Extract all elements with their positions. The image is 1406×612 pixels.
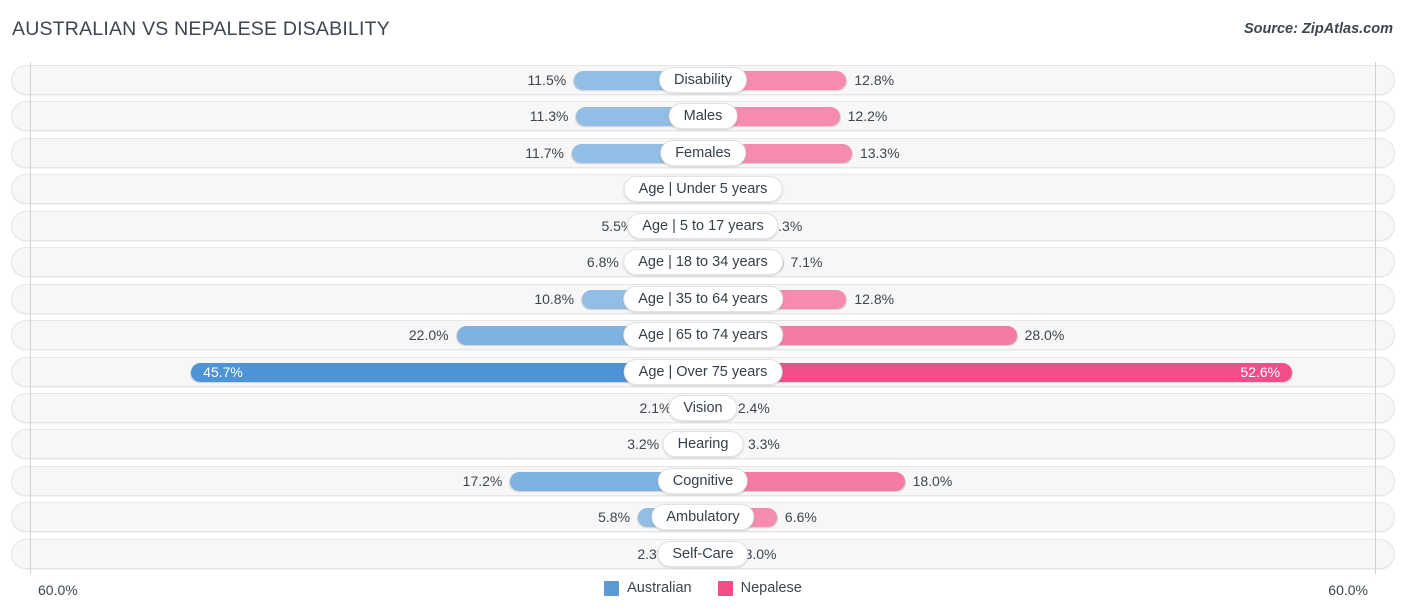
value-label-nepalese: 18.0% [912, 472, 953, 489]
category-label: Ambulatory [651, 504, 755, 531]
legend-label: Australian [627, 580, 692, 596]
value-label-australian: 22.0% [408, 327, 449, 344]
bar-row: 45.7% 52.6% Age | Over 75 years [0, 354, 1406, 390]
category-label: Age | 35 to 64 years [623, 285, 783, 312]
value-label-nepalese: 6.6% [784, 509, 817, 526]
value-label-australian: 6.8% [586, 254, 619, 271]
category-label: Males [668, 103, 738, 130]
bar-row: 17.2% 18.0% Cognitive [0, 463, 1406, 499]
value-label-nepalese: 28.0% [1024, 327, 1065, 344]
value-label-australian: 11.5% [527, 72, 567, 88]
category-label: Hearing [662, 431, 744, 458]
bar-rows-container: 11.5% 12.8% Disability 11.3% 12.2% Males 11.7%… [0, 62, 1406, 572]
chart-footer: 60.0% 60.0% Australian Nepalese [0, 576, 1406, 612]
legend-swatch-icon [604, 580, 620, 596]
bar-nepalese [703, 362, 1293, 382]
category-label: Age | Under 5 years [623, 176, 783, 203]
bar-row: 22.0% 28.0% Age | 65 to 74 years [0, 317, 1406, 353]
category-label: Age | 18 to 34 years [623, 249, 783, 276]
value-label-nepalese: 12.8% [854, 72, 895, 88]
bar-row: 5.5% 5.3% Age | 5 to 17 years [0, 208, 1406, 244]
page-title: AUSTRALIAN VS NEPALESE DISABILITY [12, 18, 390, 40]
legend-item[interactable]: Australian [604, 580, 692, 596]
legend-swatch-icon [717, 580, 733, 596]
value-label-australian: 5.5% [601, 217, 634, 234]
value-label-australian: 11.3% [529, 108, 569, 125]
bar-row: 11.3% 12.2% Males [0, 98, 1406, 134]
bar-row: 2.3% 3.0% Self-Care [0, 536, 1406, 572]
bar-row: 2.1% 2.4% Vision [0, 390, 1406, 426]
category-label: Cognitive [657, 467, 749, 494]
axis-line-left [30, 62, 31, 574]
chart-plot-area: 11.5% 12.8% Disability 11.3% 12.2% Males 11.7%… [0, 62, 1406, 576]
category-label: Disability [658, 67, 748, 93]
value-label-nepalese: 3.0% [744, 545, 777, 562]
source-attribution: Source: ZipAtlas.com [1243, 21, 1393, 37]
value-label-nepalese: 13.3% [859, 144, 900, 161]
category-label: Age | 5 to 17 years [627, 212, 779, 239]
category-label: Vision [668, 394, 738, 421]
value-label-nepalese: 2.4% [737, 399, 770, 416]
value-label-australian: 45.7% [203, 363, 243, 380]
category-label: Females [660, 139, 746, 166]
chart-legend: Australian Nepalese [0, 580, 1406, 596]
bar-row: 11.7% 13.3% Females [0, 135, 1406, 171]
value-label-australian: 3.2% [627, 436, 660, 453]
value-label-australian: 11.7% [525, 144, 564, 161]
bar-row: 10.8% 12.8% Age | 35 to 64 years [0, 281, 1406, 317]
legend-label: Nepalese [740, 580, 802, 596]
bar-row: 6.8% 7.1% Age | 18 to 34 years [0, 244, 1406, 280]
chart-header: AUSTRALIAN VS NEPALESE DISABILITY Source… [0, 0, 1406, 56]
axis-line-right [1375, 62, 1376, 574]
value-label-nepalese: 3.3% [747, 436, 780, 453]
value-label-australian: 10.8% [534, 290, 575, 307]
category-label: Age | 65 to 74 years [623, 322, 783, 349]
value-label-australian: 17.2% [462, 472, 503, 489]
category-label: Age | Over 75 years [623, 358, 783, 385]
value-label-australian: 2.3% [637, 545, 670, 562]
value-label-nepalese: 12.8% [854, 290, 895, 307]
value-label-nepalese: 5.3% [770, 217, 803, 234]
chart-page: AUSTRALIAN VS NEPALESE DISABILITY Source… [0, 0, 1406, 612]
category-label: Self-Care [657, 540, 749, 567]
bar-row: 5.8% 6.6% Ambulatory [0, 499, 1406, 535]
value-label-nepalese: 7.1% [790, 254, 823, 271]
value-label-nepalese: 52.6% [1240, 363, 1281, 380]
bar-row: 11.5% 12.8% Disability [0, 62, 1406, 98]
bar-row: 1.4%0.97%Age | Under 5 years [0, 171, 1406, 207]
bar-row: 3.2% 3.3% Hearing [0, 426, 1406, 462]
legend-item[interactable]: Nepalese [717, 580, 802, 596]
value-label-australian: 5.8% [598, 509, 631, 526]
value-label-nepalese: 12.2% [847, 108, 888, 125]
value-label-australian: 2.1% [639, 399, 672, 416]
